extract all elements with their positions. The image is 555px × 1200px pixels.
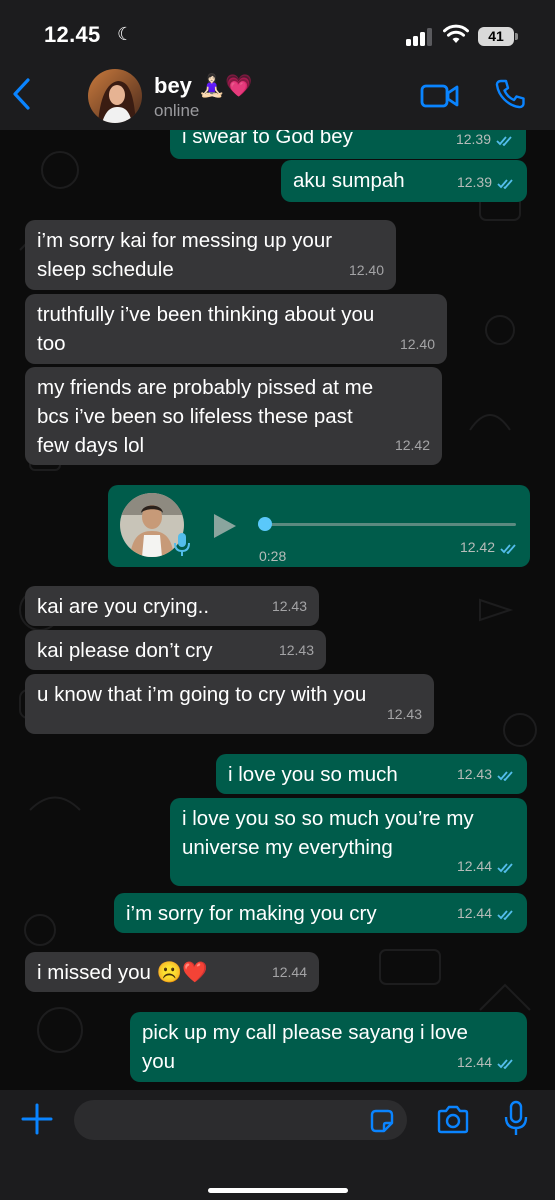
double-check-icon <box>497 863 513 873</box>
message-bubble[interactable]: u know that i’m going to cry with you 12… <box>25 674 434 734</box>
message-time: 12.40 <box>399 336 435 352</box>
message-bubble[interactable]: pick up my call please sayang i love you… <box>130 1012 527 1082</box>
sticker-icon[interactable] <box>368 1107 396 1135</box>
message-text: kai please don’t cry <box>37 639 213 662</box>
message-bubble[interactable]: i’m sorry kai for messing up your sleep … <box>25 220 396 290</box>
message-text: i missed you ☹️❤️ <box>37 961 208 984</box>
message-meta: 12.44 <box>457 852 515 881</box>
message-bubble[interactable]: i love you so so much you’re my universe… <box>170 798 527 886</box>
message-text: i’m sorry kai for messing up your sleep … <box>37 229 333 281</box>
phone-icon[interactable] <box>494 78 526 110</box>
message-bubble[interactable]: aku sumpah 12.39 <box>281 160 527 202</box>
double-check-icon <box>497 910 513 920</box>
chat-header: bey 🧘🏻‍♀️💗 online <box>0 62 555 130</box>
message-meta: 12.39 <box>457 168 515 197</box>
message-time: 12.43 <box>278 642 314 658</box>
message-time: 12.44 <box>271 964 307 980</box>
message-text: truthfully i’ve been thinking about you … <box>37 303 375 355</box>
message-meta: 12.44 <box>457 1048 515 1077</box>
home-indicator[interactable] <box>208 1188 348 1193</box>
message-bubble[interactable]: kai are you crying.. 12.43 <box>25 586 319 626</box>
message-meta: 12.43 <box>457 760 515 789</box>
message-text: kai are you crying.. <box>37 595 210 618</box>
message-bubble[interactable]: kai please don’t cry 12.43 <box>25 630 326 670</box>
message-meta: 12.44 <box>457 899 515 928</box>
message-meta: 12.39 <box>456 130 514 154</box>
status-bar: 12.45 ☾ 41 <box>0 0 555 62</box>
message-bubble[interactable]: i love you so much 12.43 <box>216 754 527 794</box>
message-time: 12.42 <box>394 437 430 453</box>
message-time: 12.39 <box>456 174 492 190</box>
message-text: u know that i’m going to cry with you <box>37 683 367 706</box>
microphone-icon <box>174 533 190 556</box>
play-icon[interactable] <box>212 512 238 540</box>
microphone-icon[interactable] <box>503 1100 529 1138</box>
message-text: my friends are probably pissed at me bcs… <box>37 376 374 457</box>
message-bubble[interactable]: i swear to God bey 12.39 <box>170 130 526 159</box>
back-chevron-icon[interactable] <box>8 76 38 112</box>
double-check-icon <box>497 179 513 189</box>
double-check-icon <box>497 771 513 781</box>
double-check-icon <box>500 544 516 554</box>
battery-indicator: 41 <box>478 27 518 46</box>
message-time: 12.43 <box>386 706 422 722</box>
camera-icon[interactable] <box>435 1104 471 1136</box>
double-check-icon <box>496 136 512 146</box>
voice-progress-handle[interactable] <box>258 517 272 531</box>
message-time: 12.43 <box>271 598 307 614</box>
wifi-icon <box>443 24 469 43</box>
status-time: 12.45 <box>44 22 101 47</box>
message-input[interactable] <box>74 1100 407 1140</box>
message-bubble[interactable]: i’m sorry for making you cry 12.44 <box>114 893 527 933</box>
cellular-signal-icon <box>406 28 436 46</box>
contact-name[interactable]: bey 🧘🏻‍♀️💗 <box>154 73 253 99</box>
message-bubble[interactable]: truthfully i’ve been thinking about you … <box>25 294 447 364</box>
message-time: 12.44 <box>456 1054 492 1070</box>
moon-icon: ☾ <box>117 24 134 44</box>
message-bubble[interactable]: my friends are probably pissed at me bcs… <box>25 367 442 465</box>
message-time: 12.39 <box>455 131 491 147</box>
video-camera-icon[interactable] <box>420 82 460 110</box>
voice-duration: 0:28 <box>259 548 287 564</box>
double-check-icon <box>497 1059 513 1069</box>
message-time: 12.40 <box>348 262 384 278</box>
contact-avatar[interactable] <box>88 69 142 123</box>
message-time: 12.43 <box>456 766 492 782</box>
message-meta: 12.42 <box>460 533 518 562</box>
contact-status: online <box>154 101 200 120</box>
message-time: 12.42 <box>459 539 495 555</box>
message-input-bar <box>0 1090 555 1200</box>
chat-area[interactable]: i swear to God bey 12.39 aku sumpah 12.3… <box>0 130 555 1090</box>
voice-progress-track[interactable] <box>258 523 516 526</box>
message-time: 12.44 <box>456 858 492 874</box>
plus-icon[interactable] <box>20 1102 54 1136</box>
message-bubble[interactable]: i missed you ☹️❤️ 12.44 <box>25 952 319 992</box>
message-time: 12.44 <box>456 905 492 921</box>
voice-message-bubble[interactable]: 0:28 12.42 <box>108 485 530 567</box>
